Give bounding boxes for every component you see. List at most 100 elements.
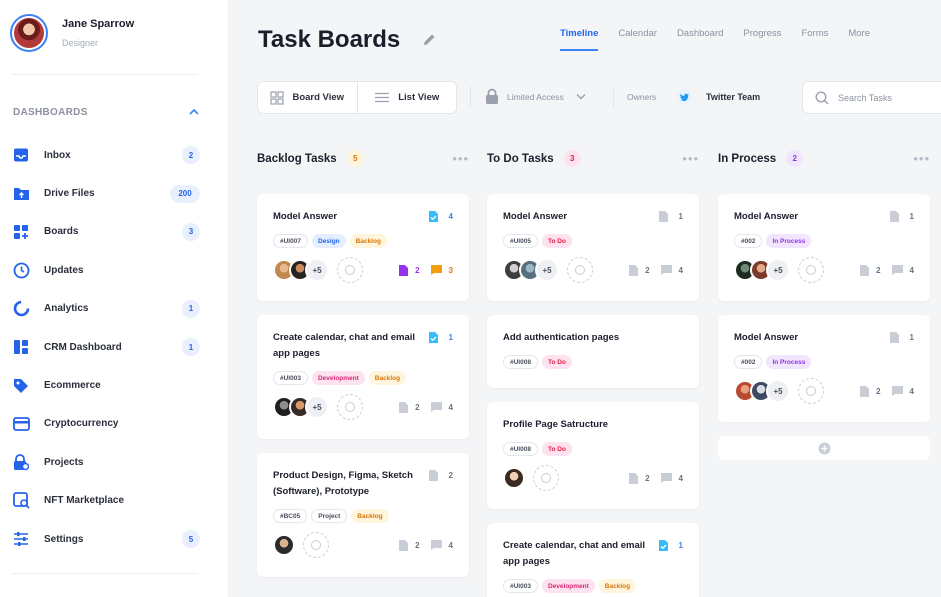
- attachment-count: 1: [909, 333, 914, 342]
- status-tag: Backlog: [349, 234, 387, 248]
- user-profile[interactable]: Jane Sparrow Designer: [10, 14, 134, 52]
- card-attachments: 1: [889, 331, 914, 344]
- sidebar-item-label: Inbox: [44, 149, 71, 161]
- comment-count: 4: [448, 402, 453, 412]
- attachment-count: 1: [678, 212, 683, 221]
- page-title: Task Boards: [258, 26, 401, 53]
- task-id-tag: #BC05: [273, 509, 308, 523]
- task-card[interactable]: Model Answer 1 #UI005 To Do +5 2 4: [487, 194, 699, 301]
- task-card[interactable]: Create calendar, chat and email app page…: [487, 523, 699, 597]
- search-icon: [815, 90, 829, 105]
- tab-forms[interactable]: Forms: [801, 28, 828, 51]
- tab-timeline[interactable]: Timeline: [560, 28, 599, 51]
- more-options-icon[interactable]: •••: [452, 151, 469, 166]
- document-icon: [658, 211, 668, 222]
- tab-calendar[interactable]: Calendar: [618, 28, 657, 51]
- sidebar-item-drive-files[interactable]: Drive Files 200: [12, 174, 200, 212]
- file-count: 2: [645, 265, 650, 275]
- column-todo: To Do Tasks 3 ••• Model Answer 1 #UI005 …: [487, 150, 699, 597]
- sidebar-item-inbox[interactable]: Inbox 2: [12, 136, 200, 174]
- add-assignee-button[interactable]: [337, 257, 363, 283]
- board-view-label: Board View: [292, 92, 345, 103]
- tab-dashboard[interactable]: Dashboard: [677, 28, 723, 51]
- task-card[interactable]: Create calendar, chat and email app page…: [257, 315, 469, 439]
- column-in-process: In Process 2 ••• Model Answer 1 #002 In …: [718, 150, 930, 460]
- pencil-icon[interactable]: [422, 32, 437, 52]
- task-card[interactable]: Model Answer 1 #002 In Process +5 2 4: [718, 194, 930, 301]
- section-title: DASHBOARDS: [13, 107, 88, 118]
- file-icon: [860, 264, 870, 276]
- sidebar-item-cryptocurrency[interactable]: Cryptocurrency: [12, 405, 200, 443]
- dashboards-section-header[interactable]: DASHBOARDS: [13, 107, 199, 118]
- sidebar-item-updates[interactable]: Updates: [12, 251, 200, 289]
- card-title: Profile Page Satructure: [503, 419, 609, 430]
- search-input[interactable]: [838, 92, 938, 103]
- count-badge: 1: [182, 338, 200, 357]
- sidebar-item-settings[interactable]: Settings 5: [12, 520, 200, 558]
- sidebar-item-ecommerce[interactable]: Ecommerce: [12, 366, 200, 404]
- avatar[interactable]: [10, 14, 48, 52]
- user-name: Jane Sparrow: [62, 18, 135, 30]
- add-assignee-button[interactable]: [533, 465, 559, 491]
- column-count-badge: 5: [346, 150, 364, 167]
- assignee-avatars[interactable]: +5: [273, 395, 329, 419]
- comment-count: 3: [448, 265, 453, 275]
- owner-team-chip[interactable]: Twitter Team: [676, 89, 760, 105]
- more-assignees-badge: +5: [305, 395, 329, 419]
- board-view-button[interactable]: Board View: [258, 82, 357, 113]
- task-card[interactable]: Model Answer 1 #002 In Process +5 2 4: [718, 315, 930, 422]
- comment-icon: [430, 540, 442, 550]
- more-assignees-badge: +5: [305, 258, 329, 282]
- assignee-avatars[interactable]: +5: [273, 258, 329, 282]
- card-attachments: 2: [428, 469, 453, 482]
- status-tag: To Do: [541, 234, 572, 248]
- more-assignees-badge: +5: [766, 258, 790, 282]
- more-options-icon[interactable]: •••: [913, 151, 930, 166]
- add-assignee-button[interactable]: [798, 257, 824, 283]
- assignee-avatars[interactable]: [273, 534, 295, 556]
- divider: [470, 86, 471, 108]
- column-backlog: Backlog Tasks 5 ••• Model Answer 4 #UI00…: [257, 150, 469, 591]
- card-attachments: 1: [658, 210, 683, 223]
- comment-count: 4: [909, 386, 914, 396]
- status-tag: To Do: [541, 355, 572, 369]
- status-tag: Backlog: [598, 579, 637, 593]
- task-id-tag: #UI008: [503, 442, 538, 456]
- add-assignee-button[interactable]: [567, 257, 593, 283]
- board-grid-icon: [270, 90, 285, 105]
- task-card[interactable]: Add authentication pages #UI008 To Do: [487, 315, 699, 388]
- assignee-avatars[interactable]: [503, 467, 525, 489]
- document-icon: [889, 211, 899, 222]
- sidebar-item-nft-marketplace[interactable]: NFT Marketplace: [12, 482, 200, 520]
- attachment-count: 2: [448, 471, 453, 480]
- assignee-avatars[interactable]: +5: [734, 379, 790, 403]
- task-card[interactable]: Model Answer 4 #UI007 Design Backlog +5 …: [257, 194, 469, 301]
- task-id-tag: #002: [734, 355, 763, 369]
- task-card[interactable]: Profile Page Satructure #UI008 To Do 2 4: [487, 402, 699, 509]
- task-id-tag: #002: [734, 234, 763, 248]
- sidebar-item-analytics[interactable]: Analytics 1: [12, 290, 200, 328]
- document-check-icon: [428, 211, 438, 222]
- add-assignee-button[interactable]: [303, 532, 329, 558]
- sidebar-item-projects[interactable]: Projects: [12, 443, 200, 481]
- tab-progress[interactable]: Progress: [743, 28, 781, 51]
- more-options-icon[interactable]: •••: [682, 151, 699, 166]
- list-view-button[interactable]: List View: [356, 82, 457, 113]
- task-card[interactable]: Product Design, Figma, Sketch (Software)…: [257, 453, 469, 577]
- sidebar-item-crm-dashboard[interactable]: CRM Dashboard 1: [12, 328, 200, 366]
- chevron-down-icon: [576, 94, 586, 100]
- assignee-avatars[interactable]: +5: [734, 258, 790, 282]
- count-badge: 2: [182, 146, 200, 165]
- add-card-button[interactable]: [718, 436, 930, 460]
- sidebar-item-label: CRM Dashboard: [44, 341, 122, 353]
- access-dropdown[interactable]: Limited Access: [485, 88, 586, 105]
- sidebar-item-boards[interactable]: Boards 3: [12, 213, 200, 251]
- count-badge: 3: [182, 222, 200, 241]
- chevron-up-icon[interactable]: [189, 107, 199, 118]
- sidebar-item-label: NFT Marketplace: [44, 495, 125, 507]
- assignee-avatars[interactable]: +5: [503, 258, 559, 282]
- add-assignee-button[interactable]: [337, 394, 363, 420]
- sidebar-item-label: Cryptocurrency: [44, 418, 119, 430]
- tab-more[interactable]: More: [848, 28, 870, 51]
- add-assignee-button[interactable]: [798, 378, 824, 404]
